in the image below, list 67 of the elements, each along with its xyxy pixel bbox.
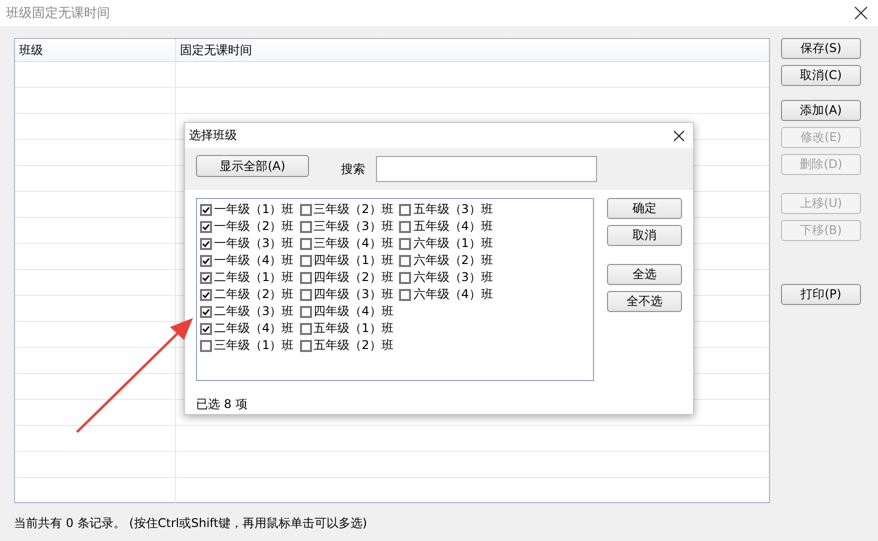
class-label: 四年级（4）班 <box>314 303 394 320</box>
dialog-button[interactable]: 全不选 <box>607 291 682 312</box>
class-label: 五年级（4）班 <box>413 218 493 235</box>
checkbox[interactable] <box>200 204 212 216</box>
column-header[interactable]: 固定无课时间 <box>176 39 256 61</box>
class-label: 四年级（2）班 <box>314 269 394 286</box>
checkbox[interactable] <box>300 238 312 250</box>
column-header[interactable]: 班级 <box>15 39 176 61</box>
class-label: 二年级（2）班 <box>214 286 294 303</box>
class-label: 五年级（3）班 <box>413 201 493 218</box>
checkbox[interactable] <box>399 288 412 300</box>
checkbox[interactable] <box>200 288 212 300</box>
class-label: 一年级（2）班 <box>214 218 294 235</box>
checkbox[interactable] <box>200 306 212 318</box>
class-label: 六年级（4）班 <box>413 286 493 303</box>
checkbox[interactable] <box>200 220 212 232</box>
checkbox[interactable] <box>200 238 212 250</box>
checkbox[interactable] <box>399 220 412 232</box>
class-label: 六年级（2）班 <box>413 252 493 269</box>
show-all-button[interactable]: 显示全部(A) <box>196 155 309 177</box>
class-label: 五年级（2）班 <box>314 337 394 354</box>
class-label: 三年级（3）班 <box>314 218 394 235</box>
selected-count: 已选 8 项 <box>195 396 248 413</box>
class-label: 二年级（3）班 <box>214 303 294 320</box>
action-button[interactable]: 保存(S) <box>781 38 861 59</box>
action-button[interactable]: 取消(C) <box>781 65 861 86</box>
checkbox[interactable] <box>300 322 312 334</box>
class-label: 六年级（1）班 <box>413 235 493 252</box>
checkbox[interactable] <box>200 340 212 352</box>
class-label: 四年级（3）班 <box>314 286 394 303</box>
checkbox[interactable] <box>300 220 312 232</box>
class-label: 五年级（1）班 <box>314 320 394 337</box>
class-label: 一年级（1）班 <box>214 201 294 218</box>
checkbox[interactable] <box>200 322 212 334</box>
checkbox[interactable] <box>399 254 412 266</box>
checkbox[interactable] <box>300 340 312 352</box>
search-field[interactable] <box>376 156 597 182</box>
checkbox[interactable] <box>300 204 312 216</box>
dialog-button[interactable]: 取消 <box>607 225 682 246</box>
close-icon[interactable] <box>854 6 868 20</box>
checkbox[interactable] <box>300 288 312 300</box>
class-label: 三年级（4）班 <box>314 235 394 252</box>
class-label: 一年级（3）班 <box>214 235 294 252</box>
action-button[interactable]: 打印(P) <box>781 284 861 305</box>
action-button[interactable]: 添加(A) <box>781 100 861 121</box>
class-label: 六年级（3）班 <box>413 269 493 286</box>
class-label: 三年级（1）班 <box>214 337 294 354</box>
checkbox[interactable] <box>300 254 312 266</box>
status-text: 当前共有 0 条记录。 (按住Ctrl或Shift键，再用鼠标单击可以多选) <box>13 515 368 532</box>
search-label: 搜索 <box>341 160 365 178</box>
checkbox[interactable] <box>200 272 212 284</box>
checkbox[interactable] <box>399 238 412 250</box>
checkbox[interactable] <box>399 204 412 216</box>
class-label: 三年级（2）班 <box>314 201 394 218</box>
close-icon[interactable] <box>673 130 685 142</box>
class-label: 一年级（4）班 <box>214 252 294 269</box>
window-title: 班级固定无课时间 <box>6 5 110 22</box>
class-label: 二年级（4）班 <box>214 320 294 337</box>
checkbox[interactable] <box>300 306 312 318</box>
dialog-button[interactable]: 确定 <box>607 198 682 219</box>
class-label: 四年级（1）班 <box>314 252 394 269</box>
dialog-title: 选择班级 <box>189 127 237 144</box>
checkbox[interactable] <box>300 272 312 284</box>
checkbox[interactable] <box>399 272 412 284</box>
checkbox[interactable] <box>200 254 212 266</box>
class-label: 二年级（1）班 <box>214 269 294 286</box>
dialog-button[interactable]: 全选 <box>607 264 682 285</box>
